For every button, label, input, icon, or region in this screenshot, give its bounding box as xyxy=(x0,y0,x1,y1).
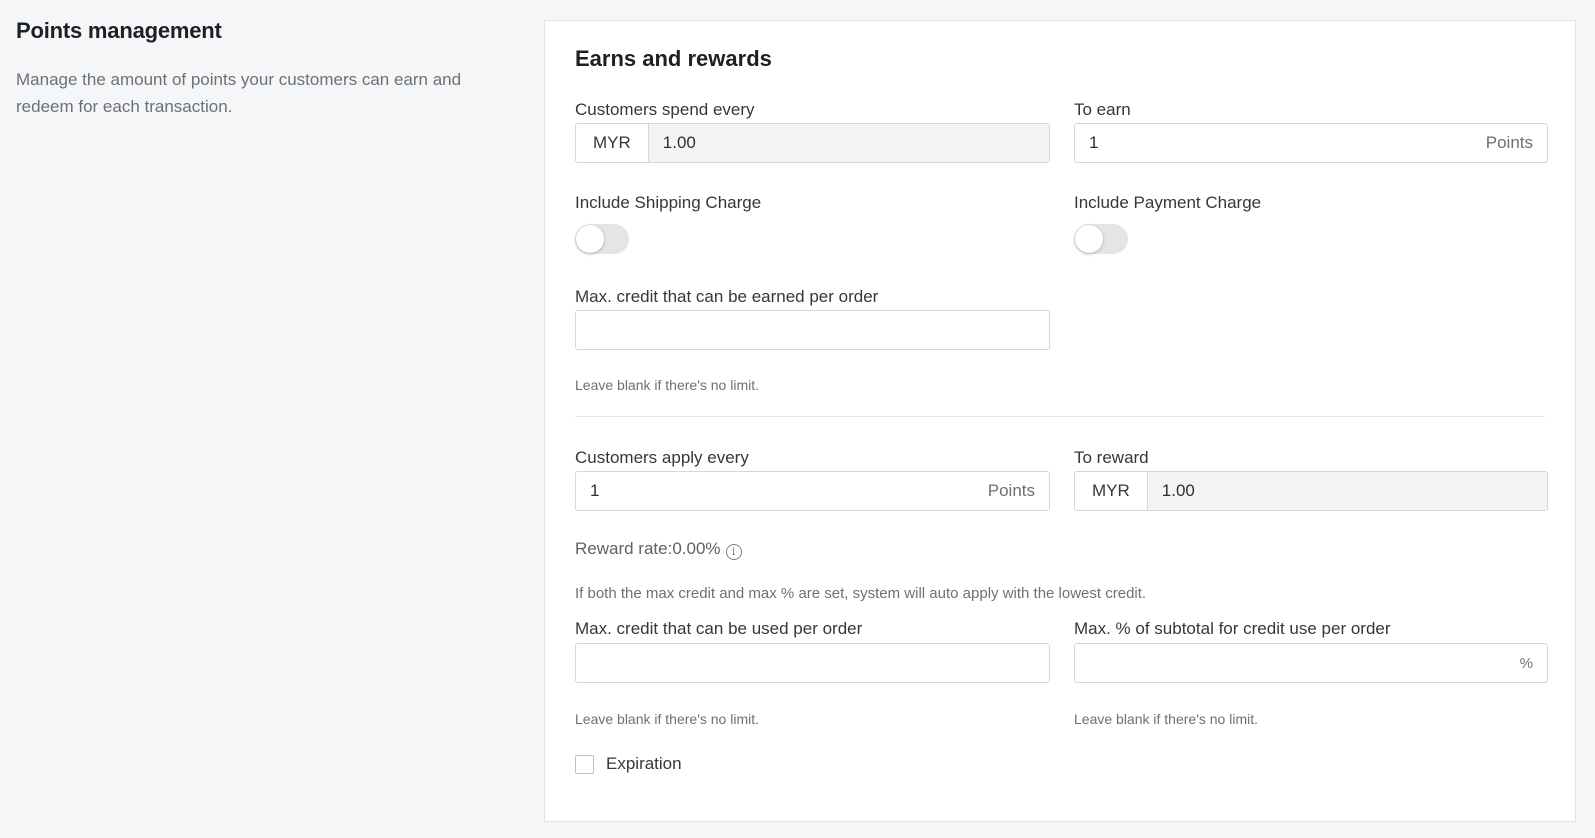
max-earn-label: Max. credit that can be earned per order xyxy=(575,287,879,306)
spend-field: MYR 1.00 xyxy=(575,123,1050,163)
section-title: Points management xyxy=(16,18,222,43)
max-pct-label: Max. % of subtotal for credit use per or… xyxy=(1074,619,1391,638)
max-earn-input[interactable] xyxy=(575,310,1050,350)
max-pct-value[interactable] xyxy=(1075,644,1506,682)
max-earn-hint: Leave blank if there's no limit. xyxy=(575,377,759,393)
reward-field: MYR 1.00 xyxy=(1074,471,1548,511)
max-earn-value[interactable] xyxy=(576,311,1049,349)
payment-label: Include Payment Charge xyxy=(1074,193,1262,212)
max-use-label: Max. credit that can be used per order xyxy=(575,619,863,638)
info-circle-icon[interactable]: i xyxy=(725,544,742,560)
max-pct-hint: Leave blank if there's no limit. xyxy=(1074,711,1258,727)
toggle-knob xyxy=(1075,225,1103,253)
earn-unit: Points xyxy=(1485,133,1533,152)
max-pct-unit: % xyxy=(1519,654,1533,672)
max-use-hint: Leave blank if there's no limit. xyxy=(575,711,759,727)
reward-rate-text: Reward rate:0.00% xyxy=(575,539,721,558)
reward-rate-row: Reward rate:0.00% i xyxy=(575,539,742,560)
apply-label: Customers apply every xyxy=(575,448,749,467)
max-use-input[interactable] xyxy=(575,643,1050,683)
section-divider xyxy=(575,416,1545,417)
earn-points-input[interactable]: 1 Points xyxy=(1074,123,1548,163)
spend-currency: MYR xyxy=(576,124,649,162)
apply-value[interactable]: 1 xyxy=(576,472,974,510)
section-description: Manage the amount of points your custome… xyxy=(16,70,462,116)
reward-value: 1.00 xyxy=(1147,472,1547,510)
apply-unit: Points xyxy=(987,481,1035,500)
earn-label: To earn xyxy=(1074,100,1131,119)
shipping-label: Include Shipping Charge xyxy=(575,193,762,212)
card-title: Earns and rewards xyxy=(575,46,772,71)
reward-currency: MYR xyxy=(1075,472,1148,510)
expiration-label[interactable]: Expiration xyxy=(606,754,682,774)
spend-label: Customers spend every xyxy=(575,100,755,119)
earns-rewards-card: Earns and rewards Customers spend every … xyxy=(544,20,1576,822)
reward-label: To reward xyxy=(1074,448,1149,467)
auto-apply-note: If both the max credit and max % are set… xyxy=(575,585,1147,602)
apply-points-input[interactable]: 1 Points xyxy=(575,471,1050,511)
section-intro: Points management Manage the amount of p… xyxy=(16,18,486,120)
max-pct-input[interactable]: % xyxy=(1074,643,1548,683)
expiration-checkbox[interactable] xyxy=(575,755,594,774)
include-shipping-toggle[interactable] xyxy=(575,224,629,254)
earn-value[interactable]: 1 xyxy=(1075,124,1472,162)
toggle-knob xyxy=(576,225,604,253)
max-use-value[interactable] xyxy=(576,644,1049,682)
spend-value: 1.00 xyxy=(648,124,1049,162)
include-payment-toggle[interactable] xyxy=(1074,224,1128,254)
